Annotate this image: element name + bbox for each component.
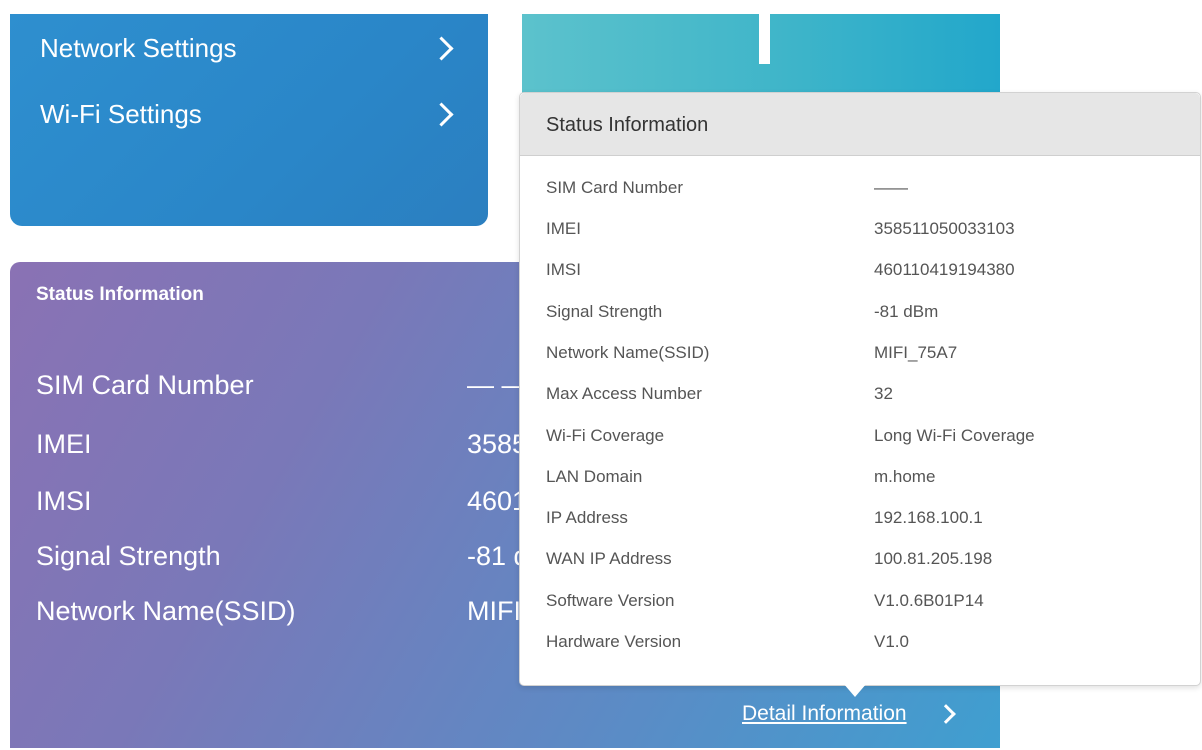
signal-bar-icon [759,14,770,64]
popup-label: SIM Card Number [546,178,683,197]
popup-label: Hardware Version [546,632,682,651]
popup-row-lan-domain: LAN Domain m.home [546,467,1186,497]
popup-label: WAN IP Address [546,549,672,568]
popup-row-sim: SIM Card Number —— [546,178,1186,208]
popup-row-max-access: Max Access Number 32 [546,384,1186,414]
network-settings-item[interactable]: Network Settings [40,28,458,68]
popup-value: 460110419194380 [874,260,1015,279]
popup-label: Max Access Number [546,384,702,403]
popup-value: —— [874,178,908,197]
popup-row-ssid: Network Name(SSID) MIFI_75A7 [546,343,1186,373]
popup-row-signal: Signal Strength -81 dBm [546,302,1186,332]
status-label: Signal Strength [36,541,221,571]
popup-row-ip: IP Address 192.168.100.1 [546,508,1186,538]
popup-label: IMSI [546,260,581,279]
popup-value: V1.0.6B01P14 [874,591,984,610]
popup-label: Software Version [546,591,675,610]
popup-value: MIFI_75A7 [874,343,958,362]
wifi-settings-label: Wi-Fi Settings [40,98,202,129]
popup-value: -81 dBm [874,302,939,321]
popup-label: Wi-Fi Coverage [546,426,665,445]
settings-menu-card: Network Settings Wi-Fi Settings [10,14,488,226]
popup-row-wifi-coverage: Wi-Fi Coverage Long Wi-Fi Coverage [546,426,1186,456]
popup-value: 100.81.205.198 [874,549,993,568]
chevron-right-icon [429,35,454,61]
popup-value: 192.168.100.1 [874,508,983,527]
status-info-popup: Status Information SIM Card Number —— IM… [519,92,1201,686]
wifi-settings-item[interactable]: Wi-Fi Settings [40,94,458,134]
status-card-title: Status Information [36,284,204,305]
popup-row-imei: IMEI 358511050033103 [546,219,1186,249]
network-settings-label: Network Settings [40,32,237,63]
detail-information-label: Detail Information [742,702,907,725]
popup-header: Status Information [520,93,1200,156]
popup-value: 32 [874,384,893,403]
chevron-right-icon [429,101,454,127]
detail-information-link[interactable]: Detail Information [742,702,961,726]
status-label: SIM Card Number [36,370,254,400]
popup-row-software: Software Version V1.0.6B01P14 [546,591,1186,621]
popup-title: Status Information [546,114,709,136]
popup-label: Network Name(SSID) [546,343,710,362]
popup-row-hardware: Hardware Version V1.0 [546,632,1186,662]
popup-label: Signal Strength [546,302,663,321]
popup-value: Long Wi-Fi Coverage [874,426,1035,445]
popup-label: IMEI [546,219,581,238]
status-label: IMSI [36,486,92,516]
popup-label: LAN Domain [546,467,643,486]
popup-label: IP Address [546,508,628,527]
popup-row-wan-ip: WAN IP Address 100.81.205.198 [546,549,1186,579]
status-label: IMEI [36,429,92,459]
chevron-right-icon [935,704,956,724]
popup-pointer [843,683,867,697]
popup-value: m.home [874,467,936,486]
status-label: Network Name(SSID) [36,596,296,626]
popup-value: V1.0 [874,632,909,651]
popup-row-imsi: IMSI 460110419194380 [546,260,1186,290]
popup-value: 358511050033103 [874,219,1015,238]
